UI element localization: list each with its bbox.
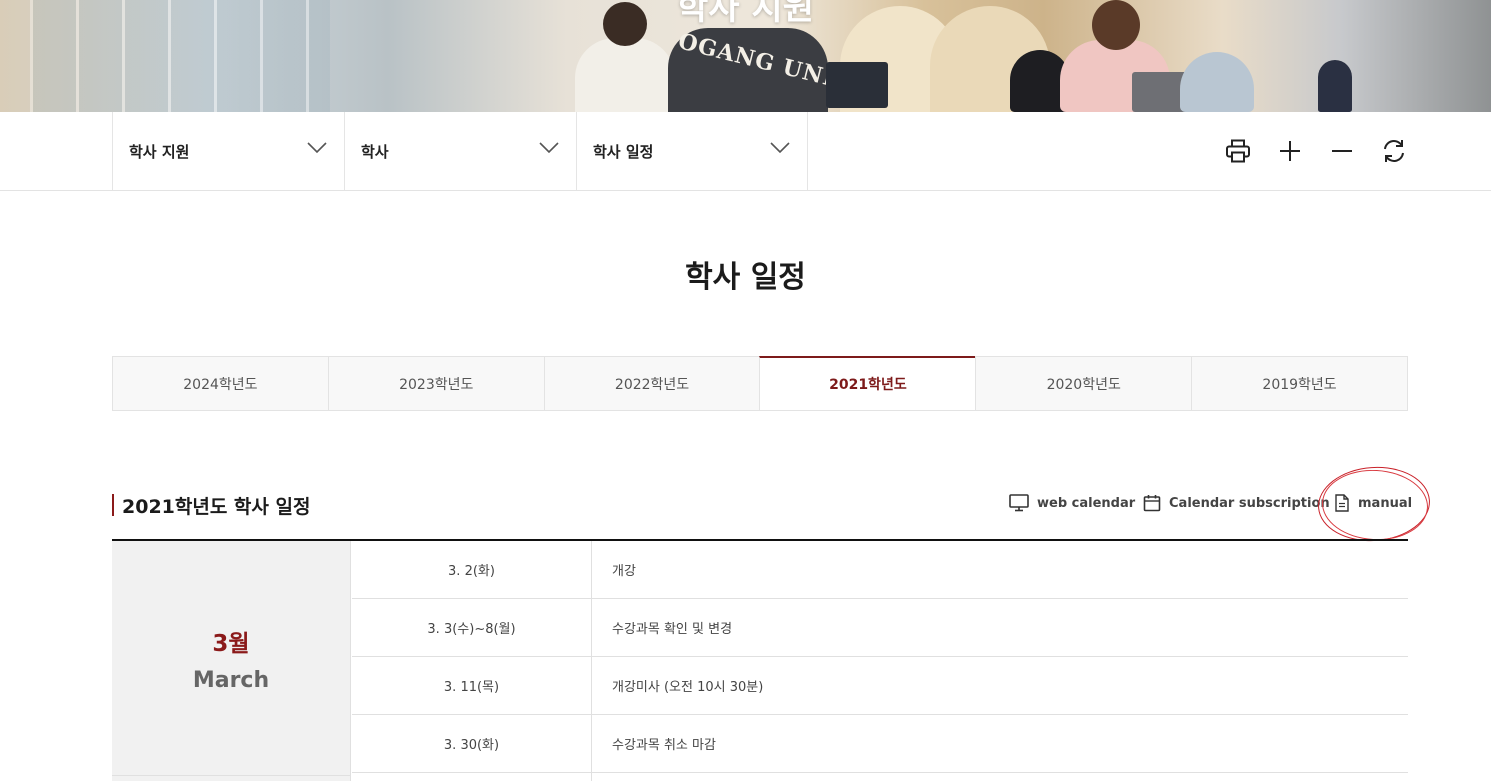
table-row: 3. 2(화) 개강	[352, 541, 1408, 599]
tab-2020[interactable]: 2020학년도	[975, 357, 1191, 410]
page-title: 학사 일정	[685, 260, 806, 295]
event-date: 3. 2(화)	[352, 541, 592, 598]
plus-icon	[1280, 141, 1300, 161]
chevron-down-icon	[770, 142, 790, 154]
calendar-subscription-label: Calendar subscription	[1169, 495, 1330, 511]
tab-2021[interactable]: 2021학년도	[759, 356, 976, 410]
print-button[interactable]	[1223, 136, 1253, 166]
printer-icon	[1226, 139, 1250, 163]
month-cell: 3월 March	[112, 541, 351, 775]
dropdown-level1[interactable]: 학사 지원	[112, 112, 344, 190]
tab-2024[interactable]: 2024학년도	[113, 357, 328, 410]
next-month-cell	[112, 775, 351, 781]
event-date: 3. 3(수)~8(월)	[352, 599, 592, 656]
web-calendar-link[interactable]: web calendar	[1009, 494, 1135, 512]
manual-label: manual	[1358, 495, 1413, 511]
monitor-icon	[1009, 494, 1029, 512]
dropdown-label: 학사 지원	[129, 142, 190, 161]
table-row: 3. 11(목) 개강미사 (오전 10시 30분)	[352, 657, 1408, 715]
hero-student	[575, 38, 675, 112]
table-row: 3. 3(수)~8(월) 수강과목 확인 및 변경	[352, 599, 1408, 657]
event-description: 개강	[612, 564, 636, 579]
dropdown-level3[interactable]: 학사 일정	[576, 112, 808, 190]
tab-2022[interactable]: 2022학년도	[543, 357, 760, 410]
chevron-down-icon	[539, 142, 559, 154]
event-date: 3. 30(화)	[352, 715, 592, 772]
hero-student	[1318, 60, 1352, 112]
dropdown-label: 학사	[361, 142, 389, 161]
calendar-subscription-link[interactable]: Calendar subscription	[1143, 494, 1330, 512]
hero-banner: OGANG UNIV. 학사 지원	[0, 0, 1491, 112]
schedule-table: 3월 March 3. 2(화) 개강 3. 3(수)~8(월) 수강과목 확인…	[112, 539, 1408, 781]
minus-icon	[1332, 150, 1352, 152]
event-description: 수강과목 취소 마감	[612, 738, 716, 753]
refresh-icon	[1384, 140, 1404, 162]
hero-student	[1180, 52, 1254, 112]
event-description: 수강과목 확인 및 변경	[612, 622, 733, 637]
table-row	[352, 773, 1408, 781]
section-title-marker	[112, 494, 114, 516]
event-date	[352, 773, 592, 781]
section-title: 2021학년도 학사 일정	[122, 496, 311, 518]
calendar-icon	[1143, 495, 1161, 512]
web-calendar-label: web calendar	[1037, 495, 1136, 511]
location-navbar: 학사 지원 학사 학사 일정	[0, 112, 1491, 191]
chevron-down-icon	[307, 142, 327, 154]
manual-link[interactable]: manual	[1334, 494, 1412, 512]
hero-laptop	[826, 62, 888, 108]
hero-title: 학사 지원	[677, 0, 814, 28]
zoom-in-button[interactable]	[1275, 136, 1305, 166]
reset-zoom-button[interactable]	[1379, 136, 1409, 166]
tab-2023[interactable]: 2023학년도	[327, 357, 544, 410]
event-description: 개강미사 (오전 10시 30분)	[612, 680, 764, 695]
dropdown-label: 학사 일정	[593, 142, 654, 161]
dropdown-level2[interactable]: 학사	[344, 112, 576, 190]
tab-2019[interactable]: 2019학년도	[1191, 357, 1407, 410]
document-icon	[1335, 494, 1349, 512]
month-korean: 3월	[212, 630, 250, 657]
table-row: 3. 30(화) 수강과목 취소 마감	[352, 715, 1408, 773]
month-english: March	[192, 667, 270, 693]
year-tabs: 2024학년도 2023학년도 2022학년도 2021학년도 2020학년도 …	[112, 356, 1408, 411]
event-date: 3. 11(목)	[352, 657, 592, 714]
zoom-out-button[interactable]	[1327, 136, 1357, 166]
